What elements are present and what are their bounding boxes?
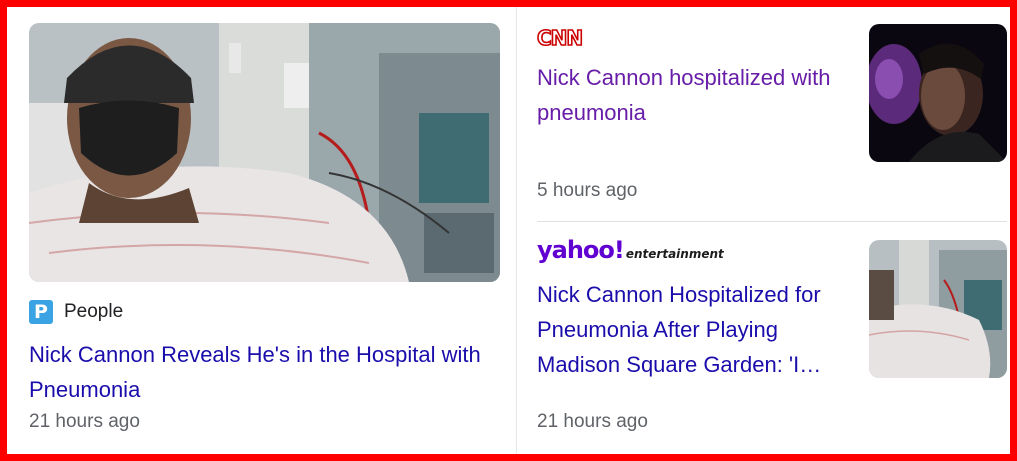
row-divider <box>537 221 1007 222</box>
cnn-headline-link[interactable]: Nick Cannon hospitalized with pneumonia <box>537 60 847 130</box>
cnn-timestamp: 5 hours ago <box>537 180 638 201</box>
column-divider <box>516 7 517 454</box>
yahoo-timestamp: 21 hours ago <box>537 411 648 432</box>
entertainment-wordmark: entertainment <box>625 247 724 261</box>
yahoo-headline-link[interactable]: Nick Cannon Hospitalized for Pneumonia A… <box>537 277 855 382</box>
hospital-selfie-thumbnail[interactable] <box>29 23 500 282</box>
yahoo-entertainment-logo: yahoo! entertainment <box>537 236 724 264</box>
people-source[interactable]: P People <box>29 300 123 324</box>
yahoo-wordmark: yahoo! <box>537 236 625 264</box>
people-source-name: People <box>64 301 124 322</box>
nick-cannon-portrait-thumbnail[interactable] <box>869 24 1007 162</box>
people-timestamp: 21 hours ago <box>29 411 140 432</box>
hospital-room-thumbnail[interactable] <box>869 240 1007 378</box>
cnn-logo: CNN <box>536 25 584 51</box>
people-p-icon: P <box>29 300 53 324</box>
people-headline-link[interactable]: Nick Cannon Reveals He's in the Hospital… <box>29 337 499 407</box>
